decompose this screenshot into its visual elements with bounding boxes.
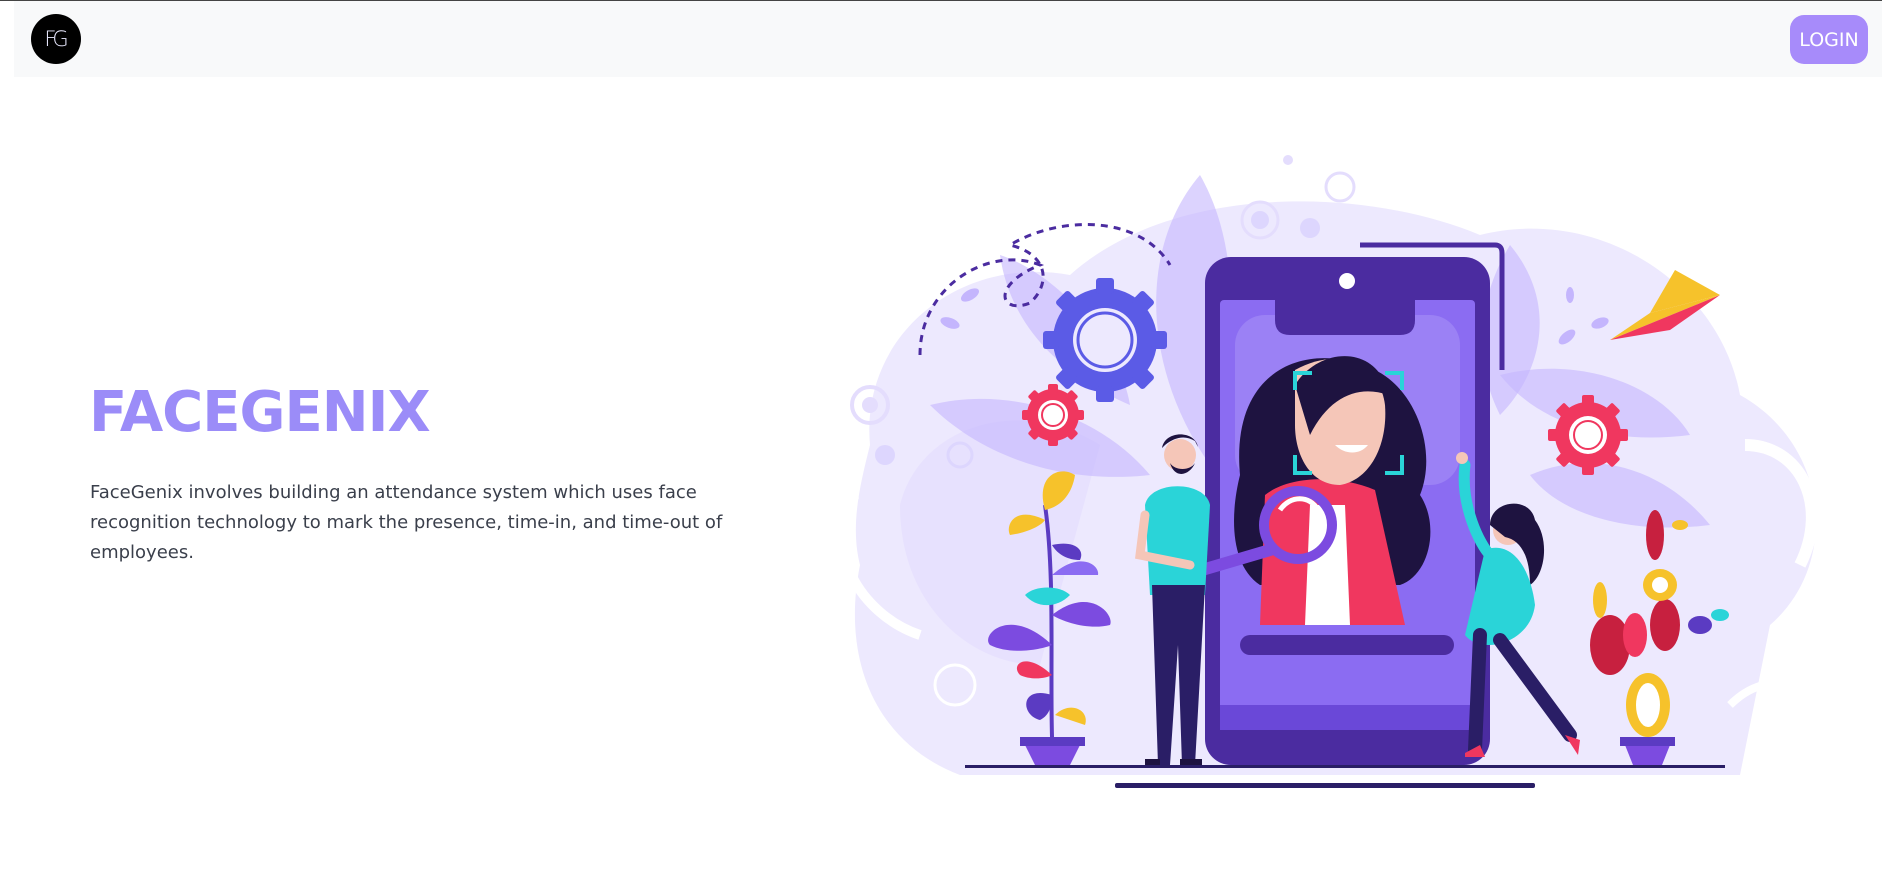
- navbar: FG LOGIN: [14, 1, 1882, 77]
- logo-icon[interactable]: FG: [31, 14, 81, 64]
- hero-title: FACEGENIX: [89, 380, 431, 445]
- face-recognition-illustration: [840, 155, 1834, 788]
- logo-text: FG: [44, 27, 68, 51]
- login-button[interactable]: LOGIN: [1790, 15, 1868, 64]
- hero-description: FaceGenix involves building an attendanc…: [90, 482, 723, 563]
